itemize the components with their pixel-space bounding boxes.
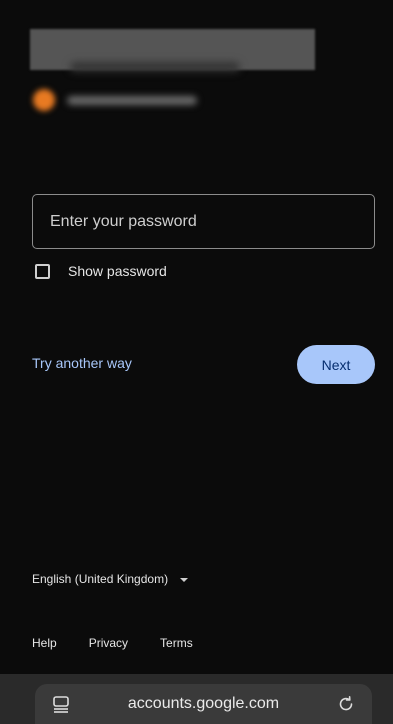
account-chip[interactable] [33, 88, 197, 112]
show-password-label: Show password [68, 263, 167, 279]
next-button[interactable]: Next [297, 345, 375, 384]
blurred-email [67, 95, 197, 105]
show-password-checkbox[interactable] [35, 263, 50, 279]
language-selector[interactable]: English (United Kingdom) [32, 572, 189, 586]
terms-link[interactable]: Terms [160, 636, 193, 650]
reload-icon[interactable] [336, 694, 356, 714]
help-link[interactable]: Help [32, 636, 57, 650]
avatar [33, 89, 55, 111]
caret-down-icon [180, 578, 189, 582]
page-tabs-icon[interactable] [51, 694, 71, 714]
password-input[interactable] [48, 211, 359, 232]
language-label: English (United Kingdom) [32, 572, 169, 586]
url-text: accounts.google.com [127, 695, 280, 712]
address-bar[interactable]: accounts.google.com [35, 684, 372, 724]
blurred-subtitle [70, 62, 240, 72]
footer-links: Help Privacy Terms [32, 636, 193, 650]
show-password-toggle[interactable]: Show password [35, 263, 167, 279]
privacy-link[interactable]: Privacy [89, 636, 128, 650]
password-field[interactable] [32, 194, 375, 249]
try-another-way-link[interactable]: Try another way [32, 355, 132, 371]
